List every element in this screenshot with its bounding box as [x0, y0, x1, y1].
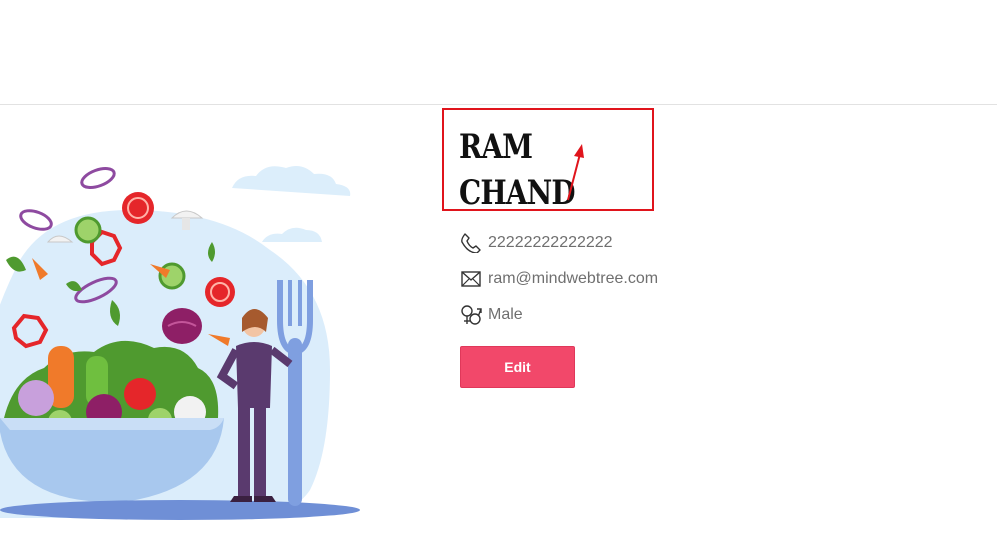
gender-icon	[460, 304, 482, 326]
edit-button[interactable]: Edit	[460, 346, 575, 388]
phone-icon	[460, 232, 482, 254]
header-divider	[0, 104, 997, 105]
salad-illustration	[0, 166, 360, 520]
profile-name-first: RAM	[459, 127, 533, 167]
gender-value: Male	[488, 306, 523, 323]
profile-page: RAM CHAND 22222222222222 ram@mindwebtree…	[0, 0, 997, 540]
gender-row: Male	[460, 304, 523, 326]
profile-name-last: CHAND	[459, 173, 576, 213]
profile-name: RAM CHAND	[459, 124, 576, 216]
annotation-arrow	[567, 144, 584, 201]
email-row: ram@mindwebtree.com	[460, 268, 658, 290]
phone-row: 22222222222222	[460, 232, 613, 254]
envelope-icon	[460, 268, 482, 290]
phone-value: 22222222222222	[488, 234, 613, 251]
header-area	[0, 0, 997, 104]
email-value: ram@mindwebtree.com	[488, 270, 659, 287]
